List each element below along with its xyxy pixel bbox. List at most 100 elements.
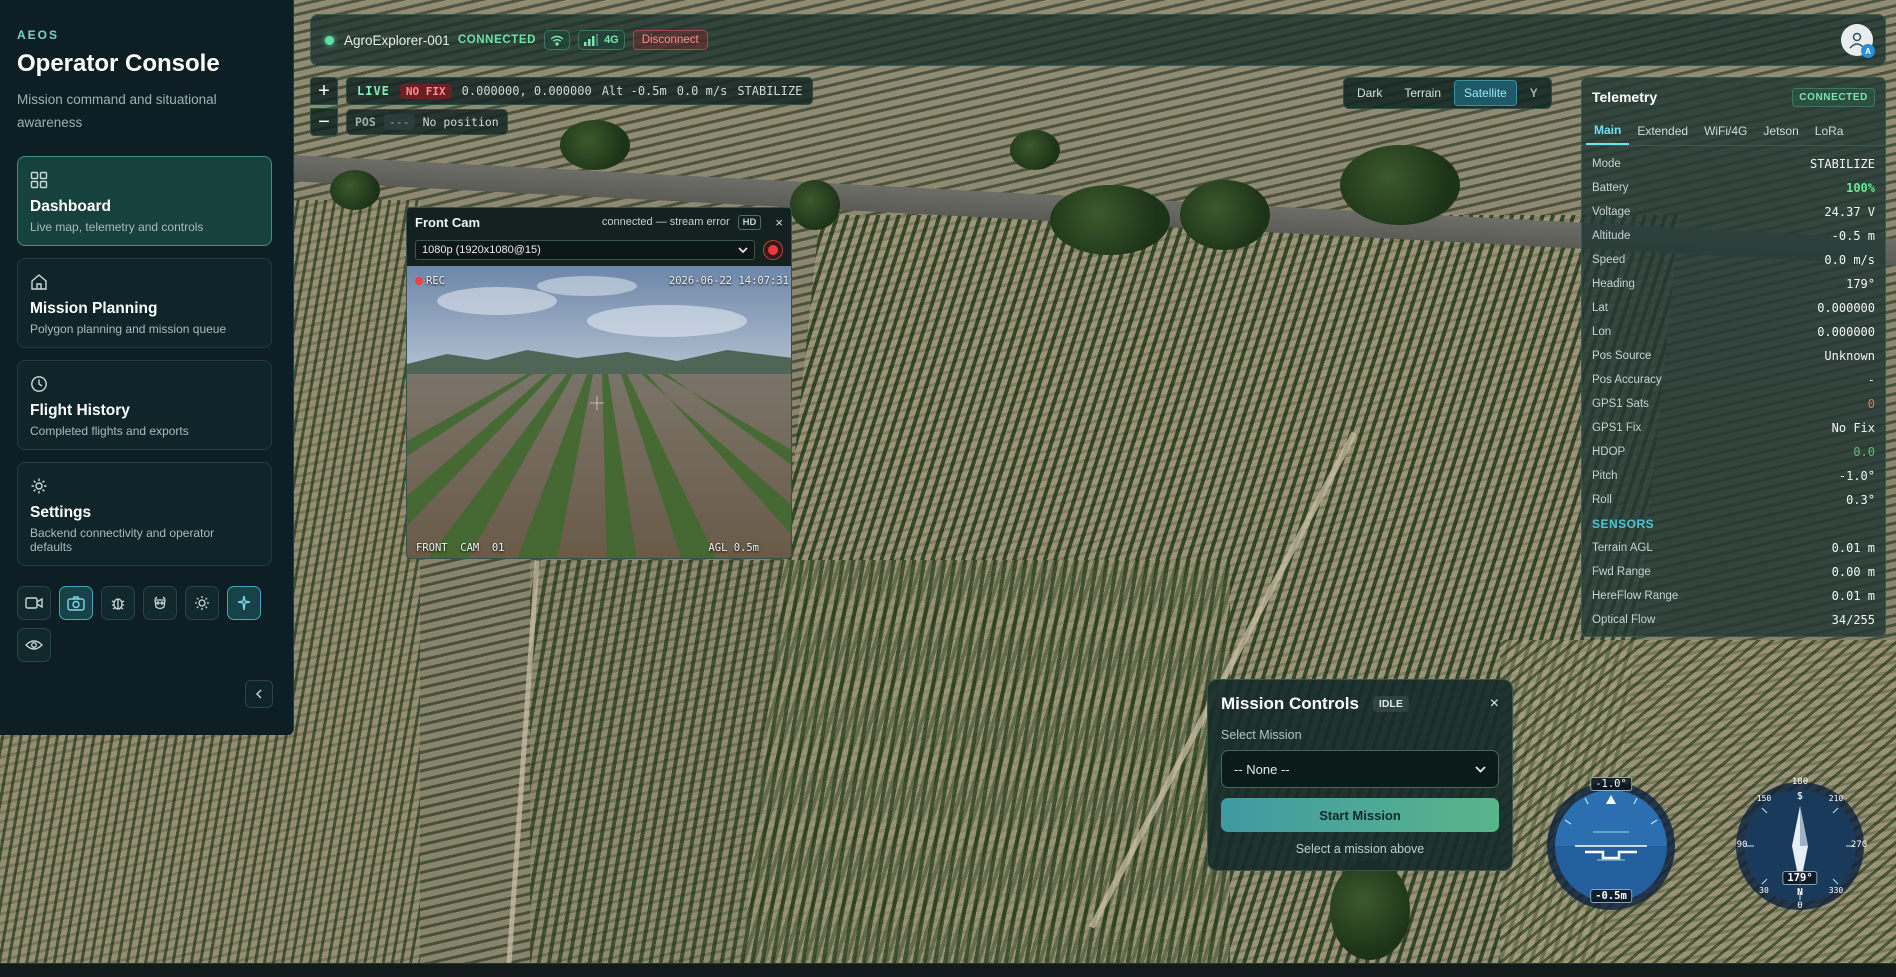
- telemetry-row: Pos Source Unknown: [1582, 344, 1885, 368]
- cam-id: FRONT CAM 01: [416, 542, 505, 554]
- sidebar-item-settings[interactable]: Settings Backend connectivity and operat…: [17, 462, 272, 566]
- telemetry-key: GPS1 Sats: [1592, 398, 1649, 410]
- sensors-heading: SENSORS: [1592, 517, 1655, 531]
- clock-icon: [31, 376, 47, 392]
- rec-dot-icon: [415, 277, 423, 285]
- tree: [1340, 145, 1460, 225]
- mission-close-button[interactable]: ×: [1490, 695, 1499, 713]
- sidebar-item-label: Dashboard: [30, 198, 111, 215]
- tree: [1330, 860, 1410, 960]
- telemetry-value: 100%: [1846, 181, 1875, 195]
- heading-tick-210: 210: [1828, 794, 1844, 803]
- tab-extended[interactable]: Extended: [1629, 116, 1696, 145]
- telemetry-key: Lat: [1592, 302, 1608, 314]
- record-button[interactable]: [763, 240, 783, 260]
- tree: [1010, 130, 1060, 170]
- sensor-row: Fwd Range 0.00 m: [1582, 560, 1885, 584]
- eye-tool-button[interactable]: [17, 628, 51, 662]
- pos-tag: ---: [383, 114, 415, 130]
- layer-terrain-button[interactable]: Terrain: [1395, 81, 1450, 105]
- tab-main[interactable]: Main: [1586, 116, 1630, 145]
- telemetry-value: 0: [1867, 397, 1875, 411]
- pos-text: No position: [422, 115, 499, 129]
- tab-jetson[interactable]: Jetson: [1755, 116, 1806, 145]
- chevron-down-icon: [1475, 765, 1486, 773]
- telemetry-title: Telemetry: [1592, 89, 1658, 105]
- mission-select-value: -- None --: [1234, 761, 1290, 777]
- sidebar-item-label: Flight History: [30, 402, 130, 419]
- zoom-in-button[interactable]: +: [310, 77, 338, 105]
- collapse-sidebar-button[interactable]: [245, 680, 273, 708]
- tab-lora[interactable]: LoRa: [1807, 116, 1852, 145]
- pin-tool-button[interactable]: [227, 586, 261, 620]
- camera-feed: REC 2026-06-22 14:07:31 FRONT CAM 01 AGL…: [407, 266, 791, 558]
- telemetry-value: -1.0°: [1838, 469, 1875, 483]
- hd-badge[interactable]: HD: [737, 214, 762, 230]
- camera-tool-button[interactable]: [59, 586, 93, 620]
- page-subtitle: Mission command and situational awarenes…: [17, 92, 217, 130]
- alt-gauge-readout: -0.5m: [1590, 889, 1632, 903]
- attitude-indicator: -1.0° -0.5m: [1545, 777, 1677, 912]
- layer-satellite-button[interactable]: Satellite: [1454, 80, 1517, 106]
- telemetry-value: 0.000000: [1817, 301, 1875, 315]
- cam-close-button[interactable]: ×: [775, 215, 783, 230]
- sidebar-item-mission-planning[interactable]: Mission Planning Polygon planning and mi…: [17, 258, 272, 348]
- zoom-out-button[interactable]: −: [310, 108, 338, 136]
- sensor-value: 34/255: [1831, 613, 1875, 627]
- gps-fix-badge: NO FIX: [399, 83, 452, 99]
- tab-wifi-4g[interactable]: WiFi/4G: [1696, 116, 1755, 145]
- tree: [1180, 180, 1270, 250]
- sidebar-item-flight-history[interactable]: Flight History Completed flights and exp…: [17, 360, 272, 450]
- telemetry-value: 0.0 m/s: [1824, 253, 1875, 267]
- field-area: [530, 560, 1230, 970]
- page-title: Operator Console: [17, 50, 220, 77]
- resolution-select[interactable]: 1080p (1920x1080@15): [415, 240, 756, 260]
- compass-south-label: S: [1796, 791, 1804, 802]
- speed-readout: 0.0 m/s: [676, 84, 728, 98]
- layer-dark-button[interactable]: Dark: [1348, 81, 1391, 105]
- resolution-value: 1080p (1920x1080@15): [422, 244, 541, 256]
- telemetry-value: Unknown: [1824, 349, 1875, 363]
- front-cam-window[interactable]: Front Cam connected — stream error HD × …: [406, 207, 792, 559]
- sensor-row: Optical Flow 34/255: [1582, 608, 1885, 632]
- home-icon: [31, 274, 47, 290]
- cam-agl: AGL 0.5m: [708, 542, 759, 554]
- telemetry-status-badge: CONNECTED: [1792, 87, 1875, 107]
- user-avatar[interactable]: A: [1841, 24, 1875, 58]
- telemetry-row: Mode STABILIZE: [1582, 152, 1885, 176]
- map-layer-switcher: Dark Terrain Satellite Y: [1343, 77, 1552, 109]
- wifi-indicator: [544, 30, 571, 50]
- disconnect-button[interactable]: Disconnect: [632, 30, 708, 50]
- telemetry-value: 179°: [1846, 277, 1875, 291]
- sidebar-item-dashboard[interactable]: Dashboard Live map, telemetry and contro…: [17, 156, 272, 246]
- sun-tool-button[interactable]: [185, 586, 219, 620]
- bug-icon: [111, 598, 125, 610]
- tree: [790, 180, 840, 230]
- telemetry-value: -0.5 m: [1831, 229, 1875, 243]
- cam-timestamp: 2026-06-22 14:07:31: [668, 275, 789, 287]
- sensor-value: 0.00 m: [1831, 565, 1875, 579]
- start-mission-button[interactable]: Start Mission: [1221, 798, 1499, 832]
- telemetry-row: Pitch -1.0°: [1582, 464, 1885, 488]
- sidebar-item-desc: Polygon planning and mission queue: [30, 322, 227, 336]
- layer-menu-button[interactable]: Y: [1521, 81, 1547, 105]
- coords-readout: 0.000000, 0.000000: [461, 84, 592, 98]
- video-tool-button[interactable]: [17, 586, 51, 620]
- telemetry-row: GPS1 Fix No Fix: [1582, 416, 1885, 440]
- alt-readout: Alt -0.5m: [601, 84, 667, 98]
- bug-tool-button[interactable]: [101, 586, 135, 620]
- mission-select[interactable]: -- None --: [1221, 750, 1499, 788]
- vehicle-name: AgroExplorer-001: [344, 32, 450, 48]
- heading-readout: 179°: [1782, 871, 1818, 885]
- robot-tool-button[interactable]: [143, 586, 177, 620]
- telemetry-key: Lon: [1592, 326, 1612, 338]
- telemetry-key: Voltage: [1592, 206, 1631, 218]
- telemetry-value: No Fix: [1831, 421, 1875, 435]
- sensor-row: HereFlow Range 0.01 m: [1582, 584, 1885, 608]
- heading-tick-90: 90: [1736, 840, 1748, 850]
- mission-hint: Select a mission above: [1295, 842, 1425, 856]
- telemetry-value: -: [1867, 373, 1875, 387]
- telemetry-row: GPS1 Sats 0: [1582, 392, 1885, 416]
- pin-icon: [237, 595, 251, 611]
- heading-tick-180: 180: [1791, 777, 1809, 787]
